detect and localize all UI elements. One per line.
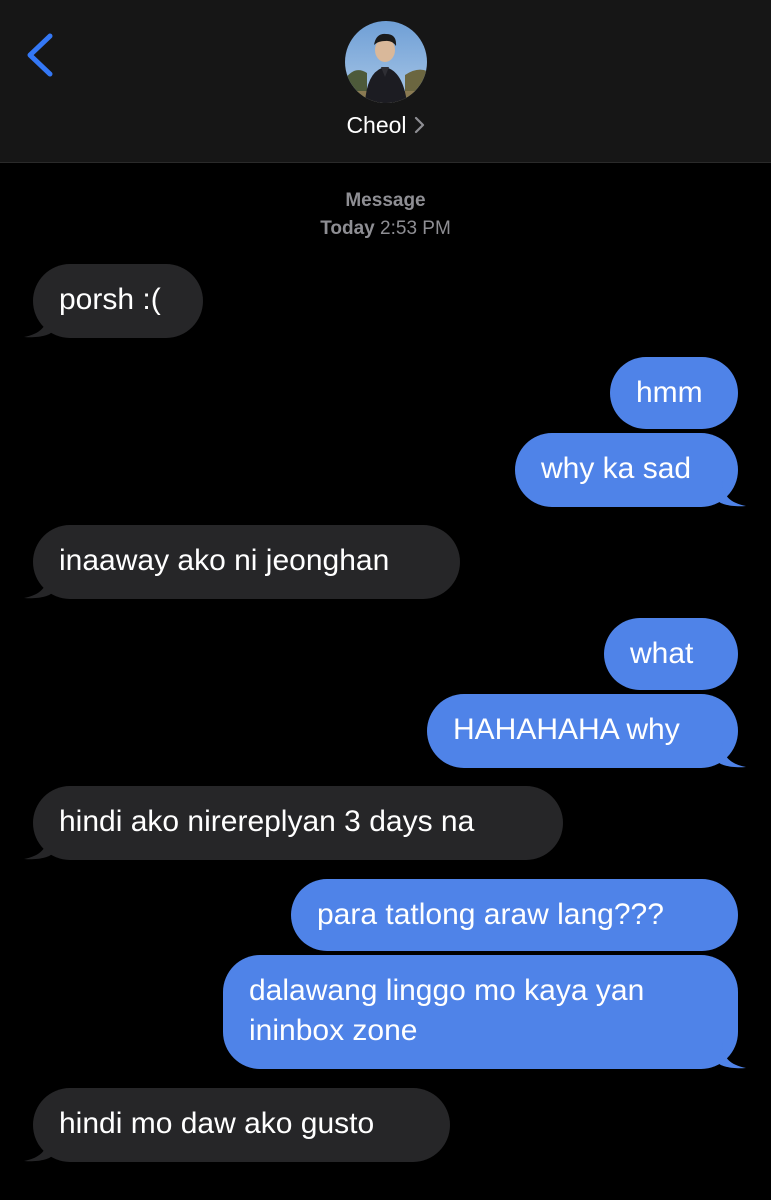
message-bubble-outgoing[interactable]: dalawang linggo mo kaya yan ininbox zone: [223, 955, 738, 1069]
message-text: inaaway ako ni jeonghan: [59, 544, 390, 577]
message-bubble-outgoing[interactable]: why ka sad: [515, 433, 738, 507]
bubble-tail: [24, 312, 52, 338]
message-text: what: [630, 637, 694, 670]
contact-name: Cheol: [346, 112, 407, 138]
back-button[interactable]: [20, 30, 64, 80]
message-text: hindi mo daw ako gusto: [59, 1107, 375, 1140]
bubble-tail: [718, 481, 746, 507]
message-bubble-outgoing[interactable]: para tatlong araw lang???: [291, 879, 738, 951]
bubble-tail: [718, 742, 746, 768]
message-bubble-outgoing[interactable]: what: [604, 618, 738, 690]
contact-name-button[interactable]: Cheol: [0, 112, 771, 139]
message-text: hmm: [636, 376, 703, 409]
timestamp: Today 2:53 PM: [0, 218, 771, 240]
bubble-tail: [24, 573, 52, 599]
timestamp-day: Today: [320, 218, 375, 239]
message-bubble-incoming[interactable]: hindi mo daw ako gusto: [33, 1088, 450, 1162]
timestamp-time: 2:53 PM: [380, 218, 451, 239]
message-text: hindi ako nirereplyan 3 days na: [59, 805, 475, 838]
message-text: para tatlong araw lang???: [317, 898, 664, 931]
contact-avatar[interactable]: [345, 21, 427, 103]
message-bubble-outgoing[interactable]: hmm: [610, 357, 738, 429]
message-text: dalawang linggo mo kaya yan ininbox zone: [249, 974, 645, 1047]
chevron-left-icon: [27, 33, 53, 77]
message-text: porsh :(: [59, 283, 161, 316]
conversation-header: Cheol: [0, 0, 771, 163]
message-bubble-incoming[interactable]: inaaway ako ni jeonghan: [33, 525, 460, 599]
message-bubble-outgoing[interactable]: HAHAHAHA why: [427, 694, 738, 768]
chevron-right-icon: [414, 116, 424, 134]
message-text: HAHAHAHA why: [453, 713, 680, 746]
message-bubble-incoming[interactable]: hindi ako nirereplyan 3 days na: [33, 786, 563, 860]
service-label: Message: [345, 190, 426, 211]
bubble-tail: [24, 1136, 52, 1162]
bubble-tail: [24, 834, 52, 860]
message-bubble-incoming[interactable]: porsh :(: [33, 264, 203, 338]
messages-screen: Cheol Message Today 2:53 PM porsh :( hmm…: [0, 0, 771, 1200]
bubble-tail: [718, 1043, 746, 1069]
message-text: why ka sad: [541, 452, 692, 485]
